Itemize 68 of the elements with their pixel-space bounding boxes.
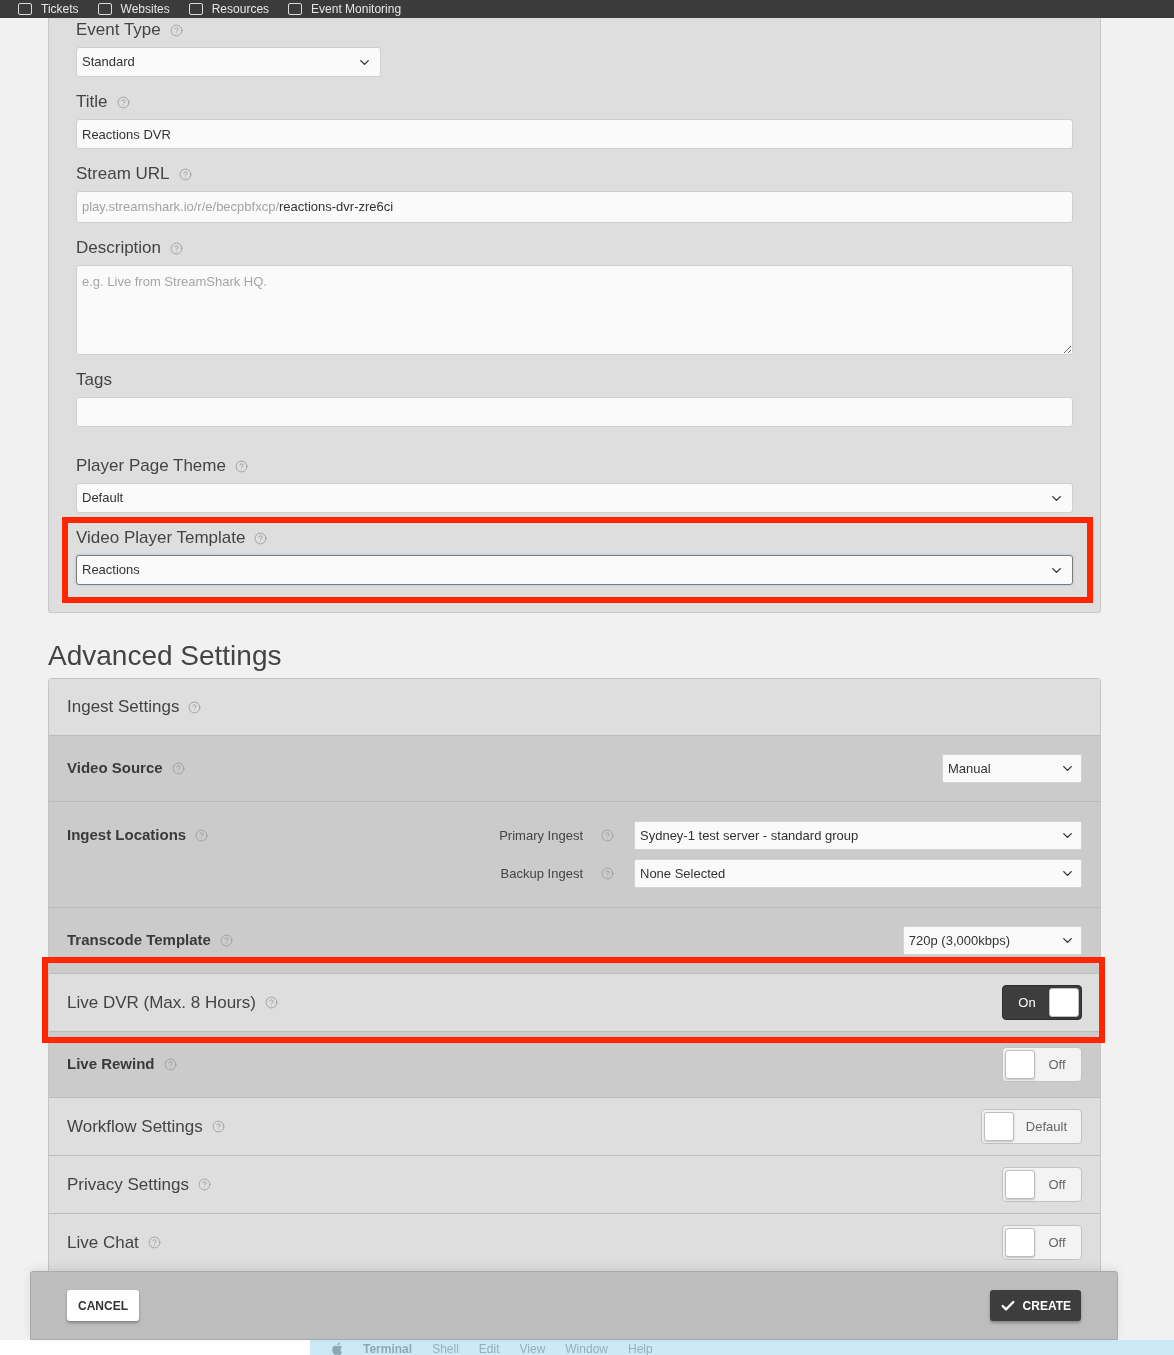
tags-input[interactable]: [76, 397, 1073, 427]
help-icon[interactable]: [147, 1236, 161, 1249]
help-icon[interactable]: [195, 829, 209, 842]
help-icon[interactable]: [211, 1120, 225, 1133]
dropdown[interactable]: None Selected: [634, 859, 1082, 888]
setting-label: Workflow Settings: [67, 1115, 203, 1138]
field-label: Description: [76, 238, 162, 258]
setting-label: Privacy Settings: [67, 1173, 189, 1196]
setting-label: Video Source: [67, 758, 163, 779]
help-icon[interactable]: [254, 531, 268, 545]
help-icon[interactable]: [601, 867, 614, 880]
field-label: Event Type: [76, 20, 161, 40]
apple-icon[interactable]: [331, 1342, 343, 1355]
dropdown[interactable]: Sydney-1 test server - standard group: [634, 821, 1082, 850]
description-textarea[interactable]: e.g. Live from StreamShark HQ.: [76, 265, 1073, 355]
setting-label: Live Rewind: [67, 1054, 155, 1075]
help-icon[interactable]: [163, 1058, 177, 1071]
help-icon[interactable]: [178, 167, 192, 181]
ingest-label: Backup Ingest: [500, 864, 583, 883]
field-label: Player Page Theme: [76, 456, 226, 476]
help-icon[interactable]: [171, 762, 185, 775]
help-icon[interactable]: [197, 1178, 211, 1191]
section-heading: Advanced Settings: [48, 639, 283, 673]
create-button[interactable]: CREATE: [989, 1290, 1081, 1321]
dropdown[interactable]: Default: [76, 483, 1073, 513]
help-icon[interactable]: [264, 996, 278, 1009]
dropdown[interactable]: Reactions: [76, 555, 1073, 585]
toggle-knob: [983, 1112, 1014, 1141]
square-icon: [18, 3, 32, 15]
toggle-knob: [1005, 1228, 1035, 1257]
help-icon[interactable]: [170, 241, 184, 255]
help-icon[interactable]: [188, 700, 202, 714]
square-icon: [288, 3, 303, 15]
url-input[interactable]: play.streamshark.io/r/e/becpbfxcp/reactions-dvr-zre6ci: [76, 191, 1073, 223]
toggle-knob: [1005, 1050, 1035, 1079]
toggle-knob: [1049, 988, 1079, 1017]
toggle-switch[interactable]: Off: [1002, 1047, 1082, 1082]
square-icon: [188, 3, 203, 15]
field-label: Stream URL: [76, 164, 170, 184]
setting-label: Ingest Locations: [67, 825, 187, 846]
field-label: Title: [76, 92, 108, 112]
dropdown[interactable]: Standard: [76, 47, 381, 77]
nav-link[interactable]: Event Monitoring: [311, 2, 402, 16]
toggle-switch[interactable]: Off: [1002, 1167, 1082, 1202]
help-icon[interactable]: [234, 459, 248, 473]
nav-link[interactable]: Websites: [120, 2, 170, 16]
setting-label: Transcode Template: [67, 930, 211, 951]
toggle-switch[interactable]: Default: [980, 1109, 1082, 1144]
nav-link[interactable]: Tickets: [41, 2, 79, 16]
help-icon[interactable]: [601, 829, 614, 842]
square-icon: [97, 3, 112, 15]
text-input[interactable]: Reactions DVR: [76, 119, 1073, 149]
field-label: Video Player Template: [76, 528, 246, 548]
help-icon[interactable]: [219, 934, 233, 947]
field-label: Tags: [76, 370, 112, 390]
toggle-switch[interactable]: Off: [1002, 1225, 1082, 1260]
dropdown[interactable]: 720p (3,000kbps): [902, 926, 1082, 955]
setting-label: Ingest Settings: [67, 696, 180, 719]
cancel-button[interactable]: CANCEL: [67, 1290, 139, 1321]
setting-label: Live DVR (Max. 8 Hours): [67, 991, 256, 1014]
toggle-switch[interactable]: On: [1002, 985, 1082, 1020]
nav-link[interactable]: Resources: [211, 2, 270, 16]
help-icon[interactable]: [116, 95, 130, 109]
dropdown[interactable]: Manual: [942, 754, 1082, 783]
toggle-knob: [1005, 1170, 1035, 1199]
help-icon[interactable]: [169, 23, 183, 37]
ingest-label: Primary Ingest: [499, 826, 583, 845]
setting-label: Live Chat: [67, 1231, 139, 1254]
